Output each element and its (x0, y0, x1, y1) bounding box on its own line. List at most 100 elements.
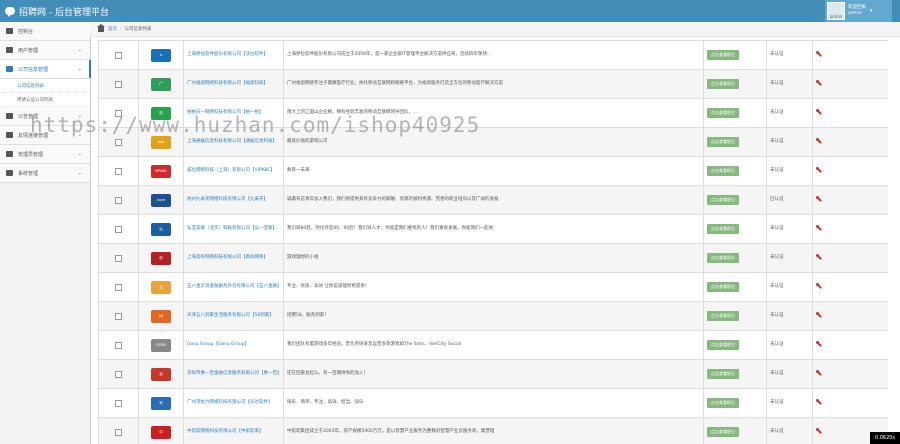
status-cell: 未认证 (766, 301, 813, 331)
jobs-cell: 点击查看职位 (703, 417, 767, 444)
status-cell: 未认证 (766, 388, 813, 418)
row-checkbox[interactable] (115, 341, 122, 349)
wrench-icon[interactable] (816, 253, 822, 260)
view-jobs-button[interactable]: 点击查看职位 (707, 137, 739, 147)
wrench-icon[interactable] (816, 195, 822, 202)
top-navbar: 招聘网 - 后台管理平台 admin 欢迎回来 admin ▾ (0, 0, 900, 22)
row-checkbox[interactable] (115, 370, 122, 378)
row-checkbox[interactable] (115, 283, 122, 291)
row-checkbox[interactable] (115, 167, 122, 175)
view-jobs-button[interactable]: 点击查看职位 (707, 340, 739, 350)
row-checkbox[interactable] (115, 428, 122, 436)
desc-cell: 我们团队有着游戏多年经验，曾负责研发及运营多款游戏如The Sims、SimCi… (283, 330, 704, 360)
sidebar-subitem-company-list[interactable]: 公司信息列表 (0, 79, 90, 93)
sidebar-item-company[interactable]: 公司信息管理 ⌄ (0, 60, 91, 79)
row-checkbox[interactable] (115, 254, 122, 262)
view-jobs-button[interactable]: 点击查看职位 (707, 282, 739, 292)
cogs-icon (6, 170, 13, 176)
company-logo: 校 (151, 251, 171, 265)
table-row: GOSU Gosu Group【Gosu Group】 我们团队有着游戏多年经验，曾… (98, 330, 888, 360)
checkbox-cell (98, 388, 139, 418)
view-jobs-button[interactable]: 点击查看职位 (707, 224, 739, 234)
logo-cell: Jiuye (138, 185, 184, 215)
status-text: 未认证 (770, 168, 784, 173)
company-name-link[interactable]: 中航软网络科技有限公司【中航软来】 (187, 429, 264, 434)
company-description: 还在回家会起么，有一百期待你的加入！ (287, 371, 368, 376)
wrench-icon[interactable] (816, 137, 822, 144)
sidebar-subitem-label: 申请认证公司列表 (17, 97, 53, 103)
wrench-icon[interactable] (816, 369, 822, 376)
wrench-icon[interactable] (816, 79, 822, 86)
company-logo: 弘 (151, 222, 171, 236)
jobs-cell: 点击查看职位 (703, 359, 767, 389)
logo-cell: 利 (138, 388, 184, 418)
view-jobs-button[interactable]: 点击查看职位 (707, 398, 739, 408)
action-cell (812, 330, 888, 360)
company-name-link[interactable]: 五八金云资金融服务外包有限公司【五八金融】 (187, 284, 282, 289)
company-name-link[interactable]: 上海原拉软件股份有限公司【沃拉软件】 (187, 52, 268, 57)
sidebar-item-users[interactable]: 用户管理 ⌄ (0, 41, 90, 60)
jobs-cell: 点击查看职位 (703, 272, 767, 302)
row-checkbox[interactable] (115, 80, 122, 88)
company-name-link[interactable]: 威比网络科技（上海）有限公司【VIPABC】 (187, 168, 275, 173)
row-checkbox[interactable] (115, 225, 122, 233)
desktop-icon (6, 113, 13, 119)
view-jobs-button[interactable]: 点击查看职位 (707, 427, 739, 437)
table-row: 58 天津五八到家生活服务有限公司【58到家】 招聘58，服务到家！ 点击查看职位 未认… (98, 301, 888, 331)
row-checkbox[interactable] (115, 399, 122, 407)
company-name-link[interactable]: 弘亚美联（北京）科技有限公司【弘一亚联】 (187, 226, 277, 231)
wrench-icon[interactable] (816, 427, 822, 434)
company-name-link[interactable]: 广州市佐力网络科技有限公司【乐达软件】 (187, 400, 273, 405)
company-name-link[interactable]: Gosu Group【Gosu Group】 (187, 342, 249, 347)
company-name-link[interactable]: 上海高校网络科技有限公司【高校网络】 (187, 255, 268, 260)
company-name-link[interactable]: 深圳市惠一百金融信息服务有限公司【惠一百】 (187, 371, 282, 376)
logo-cell: VIPABC (138, 156, 184, 186)
table-row: 校 上海高校网络科技有限公司【高校网络】 游戏理想的小组 点击查看职位 未认证 (98, 243, 888, 273)
user-menu[interactable]: admin 欢迎回来 admin ▾ (825, 0, 892, 22)
view-jobs-button[interactable]: 点击查看职位 (707, 369, 739, 379)
sidebar-item-label: 用户管理 (18, 47, 39, 54)
company-name-link[interactable]: 上海通娱信息科技有限公司【通娱信息科技】 (187, 139, 277, 144)
wrench-icon[interactable] (816, 311, 822, 318)
wrench-icon[interactable] (816, 108, 822, 115)
sidebar-item-system[interactable]: 系统管理 ⌄ (0, 164, 90, 183)
company-description: 游戏理想的小组 (287, 255, 319, 260)
jobs-cell: 点击查看职位 (703, 330, 767, 360)
company-table: A 上海原拉软件股份有限公司【沃拉软件】 上海原拉软件股份有限公司成立于2008年，… (98, 40, 888, 444)
sidebar-subitem-certify-list[interactable]: 申请认证公司列表 (0, 93, 90, 107)
status-cell: 未认证 (766, 98, 813, 128)
status-text: 未认证 (770, 255, 784, 260)
view-jobs-button[interactable]: 点击查看职位 (707, 195, 739, 205)
wrench-icon[interactable] (816, 224, 822, 231)
row-checkbox[interactable] (115, 51, 122, 59)
view-jobs-button[interactable]: 点击查看职位 (707, 79, 739, 89)
table-row: VIPABC 威比网络科技（上海）有限公司【VIPABC】 教育一未来 点击查看职位 未… (98, 156, 888, 186)
company-description: 广州福恩网络专注于健康医疗行业，依托移动互联网和物联平台，为福恩服务打造全方位的… (287, 81, 503, 86)
breadcrumb-home[interactable]: 首页 (108, 26, 117, 32)
company-name-link[interactable]: 天津五八到家生活服务有限公司【58到家】 (187, 313, 274, 318)
view-jobs-button[interactable]: 点击查看职位 (707, 166, 739, 176)
sidebar-item-admins[interactable]: 管理员管理 ⌄ (0, 145, 90, 164)
row-checkbox[interactable] (115, 312, 122, 320)
company-name-link[interactable]: 广州福恩网络科技有限公司【福恩科技】 (187, 81, 268, 86)
wrench-icon[interactable] (816, 398, 822, 405)
table-row: 中 中航软网络科技有限公司【中航软来】 中航软集团成立于2003年，资产规模5000… (98, 417, 888, 444)
view-jobs-button[interactable]: 点击查看职位 (707, 311, 739, 321)
table-row: 利 广州市佐力网络科技有限公司【乐达软件】 快乐、简单、专注、高效、担当、快乐 点击查… (98, 388, 888, 418)
view-jobs-button[interactable]: 点击查看职位 (707, 50, 739, 60)
sidebar-item-dashboard[interactable]: 控制台 (0, 22, 90, 41)
row-checkbox[interactable] (115, 196, 122, 204)
view-jobs-button[interactable]: 点击查看职位 (707, 253, 739, 263)
logo-cell: A (138, 40, 184, 70)
company-name-link[interactable]: 杭州九采英网络科技有限公司【九采英】 (187, 197, 268, 202)
wrench-icon[interactable] (816, 340, 822, 347)
row-checkbox[interactable] (115, 138, 122, 146)
checkbox-cell (98, 185, 139, 215)
checkbox-cell (98, 417, 139, 444)
wrench-icon[interactable] (816, 50, 822, 57)
brand[interactable]: 招聘网 - 后台管理平台 (5, 3, 109, 19)
view-jobs-button[interactable]: 点击查看职位 (707, 108, 739, 118)
wrench-icon[interactable] (816, 282, 822, 289)
status-cell: 未认证 (766, 156, 813, 186)
wrench-icon[interactable] (816, 166, 822, 173)
